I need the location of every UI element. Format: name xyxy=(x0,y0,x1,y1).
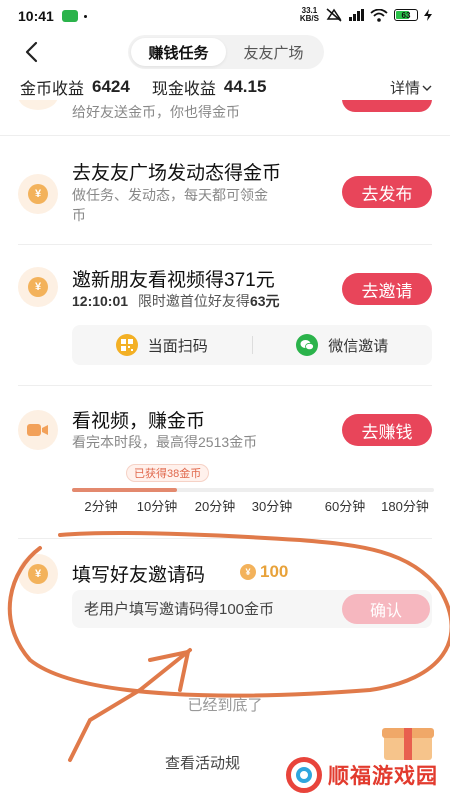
task-action-button[interactable] xyxy=(342,100,432,112)
reward-value: 100 xyxy=(260,562,289,581)
watermark-logo-icon xyxy=(286,757,322,793)
scan-qr-label: 当面扫码 xyxy=(147,337,208,355)
task-desc: 给好友送金币，你也得金币 xyxy=(72,104,240,120)
progress-tick: 2分钟 xyxy=(84,499,118,514)
task-invite-friends: ¥ 邀新朋友看视频得371元 12:10:01 限时邀首位好友得63元 去邀请 … xyxy=(0,245,450,385)
wechat-invite-label: 微信邀请 xyxy=(328,337,389,355)
chevron-down-icon xyxy=(422,85,432,91)
end-of-list-text: 已经到底了 xyxy=(187,697,263,714)
net-speed: 33.1 KB/S xyxy=(300,7,319,23)
video-camera-icon xyxy=(18,410,58,450)
coin-icon: ¥ xyxy=(18,174,58,214)
wechat-invite-option[interactable]: 微信邀请 xyxy=(253,334,433,356)
task-send-coins-partial: 给好友送金币，你也得金币 xyxy=(0,100,450,136)
more-notifications-icon xyxy=(83,14,87,18)
no-notifications-icon xyxy=(326,8,342,22)
wifi-icon xyxy=(370,8,388,22)
progress-tick: 10分钟 xyxy=(136,499,178,514)
coin-income-label: 金币收益 xyxy=(20,81,85,98)
coin-icon: ¥ xyxy=(18,267,58,307)
task-desc: 看完本时段，最高得2513金币 xyxy=(72,434,258,450)
confirm-button[interactable]: 确认 xyxy=(342,594,430,624)
scan-qr-option[interactable]: 当面扫码 xyxy=(72,334,252,356)
battery-icon: 63 xyxy=(394,9,418,21)
task-title: 邀新朋友看视频得371元 xyxy=(72,270,275,291)
tab-bar: 赚钱任务 友友广场 xyxy=(128,35,324,69)
coin-income-value: 6424 xyxy=(92,77,130,96)
reward-amount: ¥ 100 xyxy=(240,562,288,582)
watermark: 顺福游戏园 xyxy=(286,752,438,798)
task-invite-code: ¥ 填写好友邀请码 ¥ 100 确认 xyxy=(0,540,450,650)
earned-coins-badge: 已获得38金币 xyxy=(126,464,210,482)
clock: 10:41 xyxy=(18,8,54,24)
progress-tick: 20分钟 xyxy=(194,499,236,514)
task-desc-text: 限时邀首位好友得 xyxy=(137,293,250,309)
cash-income-label: 现金收益 xyxy=(151,81,216,98)
invite-button[interactable]: 去邀请 xyxy=(342,273,432,305)
tab-earn-tasks[interactable]: 赚钱任务 xyxy=(131,38,226,66)
video-progress-fill xyxy=(72,488,177,492)
battery-level: 63 xyxy=(401,10,411,20)
video-progress-bar xyxy=(72,488,434,492)
progress-tick: 60分钟 xyxy=(324,499,366,514)
invite-code-field: 确认 xyxy=(72,590,432,628)
detail-link[interactable]: 详情 xyxy=(390,77,432,98)
task-desc-line1: 做任务、发动态，每天都可领金 xyxy=(72,187,268,203)
wechat-icon xyxy=(296,334,319,356)
divider xyxy=(18,538,432,539)
status-bar: 10:41 33.1 KB/S 63 xyxy=(0,0,450,32)
invite-code-input[interactable] xyxy=(84,590,334,628)
view-rules-link[interactable]: 查看活动规 xyxy=(165,752,240,773)
task-desc: 12:10:01 限时邀首位好友得63元 xyxy=(72,291,280,311)
detail-label: 详情 xyxy=(389,80,420,97)
progress-tick: 180分钟 xyxy=(381,499,429,514)
watermark-text: 顺福游戏园 xyxy=(328,765,438,788)
qr-code-icon xyxy=(115,334,138,356)
status-icons: 33.1 KB/S 63 xyxy=(300,7,432,23)
task-desc-amount: 63元 xyxy=(249,293,280,309)
back-arrow-icon[interactable] xyxy=(20,40,44,64)
earn-button[interactable]: 去赚钱 xyxy=(342,414,432,446)
coin-icon xyxy=(18,100,58,110)
task-post-square: ¥ 去友友广场发动态得金币 做任务、发动态，每天都可领金 币 去发布 xyxy=(0,136,450,246)
post-button[interactable]: 去发布 xyxy=(342,176,432,208)
task-title: 看视频，赚金币 xyxy=(72,411,206,432)
task-desc-line2: 币 xyxy=(72,207,86,223)
countdown-timer: 12:10:01 xyxy=(72,293,129,309)
header: 赚钱任务 友友广场 xyxy=(0,32,450,74)
task-title: 填写好友邀请码 xyxy=(72,565,206,586)
charging-icon xyxy=(424,9,432,21)
invite-options: 当面扫码 微信邀请 xyxy=(72,325,432,365)
cash-income-value: 44.15 xyxy=(223,77,267,96)
task-title: 去友友广场发动态得金币 xyxy=(72,163,282,184)
wechat-notification-icon xyxy=(61,10,78,22)
progress-tick: 30分钟 xyxy=(251,499,293,514)
income-bar: 金币收益 6424 现金收益 44.15 详情 xyxy=(0,74,450,100)
task-watch-video: 看视频，赚金币 看完本时段，最高得2513金币 去赚钱 已获得38金币 2分钟 … xyxy=(0,386,450,536)
net-speed-unit: KB/S xyxy=(299,14,319,23)
tab-friends-square[interactable]: 友友广场 xyxy=(226,38,321,66)
coin-icon: ¥ xyxy=(240,564,256,580)
coin-icon: ¥ xyxy=(18,554,58,594)
signal-icon xyxy=(349,9,364,21)
